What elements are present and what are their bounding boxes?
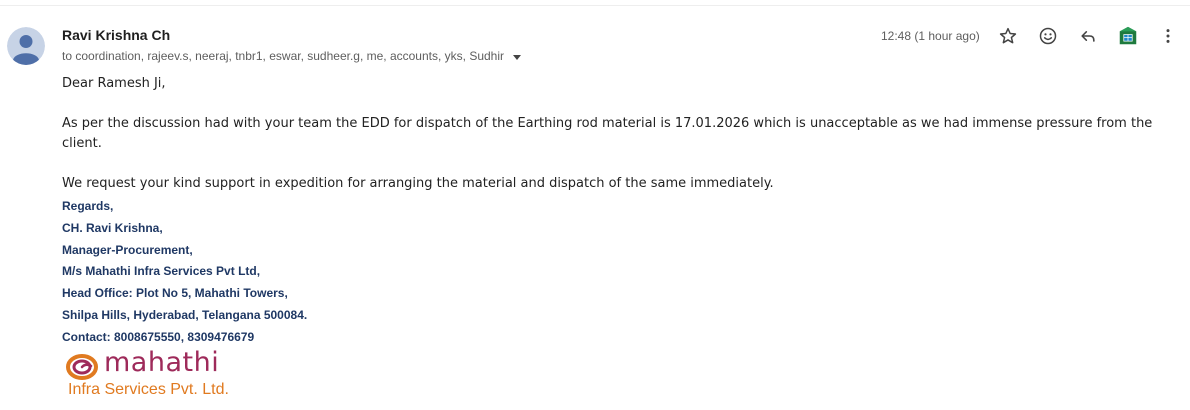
star-icon[interactable] <box>996 24 1020 48</box>
timestamp: 12:48 (1 hour ago) <box>881 29 980 43</box>
sender-name[interactable]: Ravi Krishna Ch <box>62 27 170 43</box>
logo-subtitle: Infra Services Pvt. Ltd. <box>68 381 229 398</box>
body-paragraph: As per the discussion had with your team… <box>62 116 1153 151</box>
logo-wordmark: mahathi <box>104 347 220 378</box>
signature-block: Regards, CH. Ravi Krishna, Manager-Procu… <box>62 196 307 349</box>
divider <box>0 5 1190 6</box>
sheets-icon[interactable] <box>1116 24 1140 48</box>
signature-line: M/s Mahathi Infra Services Pvt Ltd, <box>62 264 261 279</box>
signature-line: Contact: 8008675550, 8309476679 <box>62 329 255 344</box>
chevron-down-icon[interactable] <box>513 54 522 60</box>
reply-icon[interactable] <box>1076 24 1100 48</box>
recipients-text: to coordination, rajeev.s, neeraj, tnbr1… <box>62 49 505 63</box>
email-message: Ravi Krishna Ch to coordination, rajeev.… <box>0 0 1190 410</box>
recipients-line[interactable]: to coordination, rajeev.s, neeraj, tnbr1… <box>62 49 522 63</box>
emoji-icon[interactable] <box>1036 24 1060 48</box>
logo-mark-icon <box>66 354 98 380</box>
signature-line: Manager-Procurement, <box>62 242 193 257</box>
signature-line: CH. Ravi Krishna, <box>62 220 163 235</box>
signature-line: Regards, <box>62 199 114 213</box>
avatar[interactable] <box>7 27 45 65</box>
body-paragraph-request: We request your kind support in expediti… <box>62 176 774 191</box>
signature-line: Shilpa Hills, Hyderabad, Telangana 50008… <box>62 307 308 322</box>
signature-line: Head Office: Plot No 5, Mahathi Towers, <box>62 286 288 301</box>
more-vert-icon[interactable] <box>1156 24 1180 48</box>
greeting: Dear Ramesh Ji, <box>62 76 166 91</box>
company-logo: mahathi Infra Services Pvt. Ltd. <box>66 347 266 401</box>
